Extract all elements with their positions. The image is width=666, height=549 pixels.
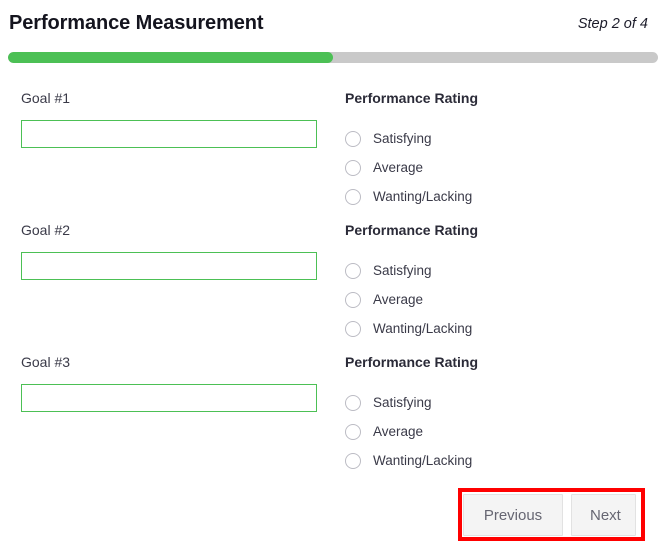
rating-group-title: Performance Rating	[345, 90, 479, 106]
radio-option[interactable]: Average	[345, 417, 645, 446]
goal-label: Goal #2	[21, 222, 71, 238]
form-header: Performance Measurement Step 2 of 4	[0, 0, 666, 46]
radio-option-label: Average	[373, 292, 424, 307]
radio-option[interactable]: Satisfying	[345, 388, 645, 417]
radio-option-label: Satisfying	[373, 263, 432, 278]
radio-option[interactable]: Wanting/Lacking	[345, 182, 645, 211]
radio-button-icon[interactable]	[345, 320, 361, 337]
goal-input[interactable]	[21, 252, 317, 280]
radio-button-icon[interactable]	[345, 394, 361, 411]
rating-group: Performance Rating Satisfying Average Wanti…	[345, 222, 645, 343]
form-navigation: Previous Next	[463, 494, 636, 536]
radio-option-label: Satisfying	[373, 131, 432, 146]
radio-button-icon[interactable]	[345, 262, 361, 279]
page-title: Performance Measurement	[9, 12, 264, 34]
radio-option[interactable]: Average	[345, 285, 645, 314]
radio-option-label: Satisfying	[373, 395, 432, 410]
performance-measurement-form: Performance Measurement Step 2 of 4 Goal…	[0, 0, 666, 549]
radio-button-icon[interactable]	[345, 291, 361, 308]
radio-option[interactable]: Satisfying	[345, 256, 645, 285]
radio-button-icon[interactable]	[345, 188, 361, 205]
radio-button-icon[interactable]	[345, 130, 361, 147]
rating-group: Performance Rating Satisfying Average Wanti…	[345, 354, 645, 475]
progress-bar-fill	[8, 52, 333, 63]
goal-block: Goal #1	[21, 90, 317, 148]
radio-button-icon[interactable]	[345, 452, 361, 469]
radio-option-label: Average	[373, 424, 424, 439]
previous-button[interactable]: Previous	[463, 494, 563, 536]
radio-option[interactable]: Wanting/Lacking	[345, 314, 645, 343]
radio-option-label: Wanting/Lacking	[373, 189, 473, 204]
rating-group: Performance Rating Satisfying Average Wanti…	[345, 90, 645, 211]
radio-option-label: Wanting/Lacking	[373, 321, 473, 336]
radio-option[interactable]: Satisfying	[345, 124, 645, 153]
radio-button-icon[interactable]	[345, 159, 361, 176]
goal-input[interactable]	[21, 120, 317, 148]
radio-option[interactable]: Average	[345, 153, 645, 182]
rating-group-title: Performance Rating	[345, 354, 479, 370]
radio-option[interactable]: Wanting/Lacking	[345, 446, 645, 475]
radio-option-label: Average	[373, 160, 424, 175]
goal-label: Goal #3	[21, 354, 71, 370]
goal-label: Goal #1	[21, 90, 71, 106]
step-indicator: Step 2 of 4	[577, 16, 648, 32]
progress-bar	[8, 52, 658, 63]
rating-group-title: Performance Rating	[345, 222, 479, 238]
goal-input[interactable]	[21, 384, 317, 412]
radio-button-icon[interactable]	[345, 423, 361, 440]
radio-option-label: Wanting/Lacking	[373, 453, 473, 468]
next-button[interactable]: Next	[571, 494, 636, 536]
goal-block: Goal #3	[21, 354, 317, 412]
goal-block: Goal #2	[21, 222, 317, 280]
